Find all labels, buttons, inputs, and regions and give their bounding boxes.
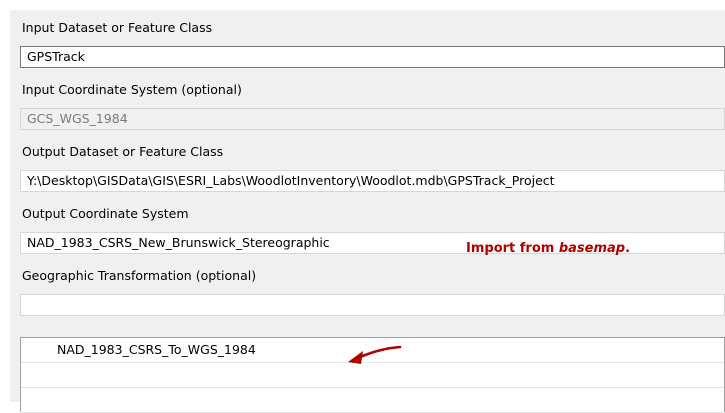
import-annotation: Import from basemap.	[466, 241, 630, 256]
list-item-label: NAD_1983_CSRS_To_WGS_1984	[57, 342, 256, 357]
input-coordinate-system-field: GCS_WGS_1984	[20, 108, 725, 130]
geographic-transformation-field[interactable]	[20, 294, 725, 316]
annotation-suffix: .	[625, 241, 631, 256]
curved-arrow-left-icon	[348, 345, 402, 364]
output-coordinate-system-label: Output Coordinate System	[22, 206, 189, 221]
list-item[interactable]	[21, 388, 724, 413]
input-dataset-label: Input Dataset or Feature Class	[22, 20, 213, 35]
input-dataset-field[interactable]: GPSTrack	[20, 46, 725, 68]
annotation-prefix: Import from	[466, 241, 559, 256]
tool-dialog-panel: Input Dataset or Feature Class GPSTrack …	[10, 10, 725, 413]
input-coordinate-system-label: Input Coordinate System (optional)	[22, 82, 242, 97]
annotation-emphasis: basemap	[558, 241, 626, 256]
output-dataset-field[interactable]: Y:\Desktop\GISData\GIS\ESRI_Labs\Woodlot…	[20, 170, 725, 192]
geographic-transformation-label: Geographic Transformation (optional)	[22, 268, 257, 283]
output-dataset-label: Output Dataset or Feature Class	[22, 144, 224, 159]
